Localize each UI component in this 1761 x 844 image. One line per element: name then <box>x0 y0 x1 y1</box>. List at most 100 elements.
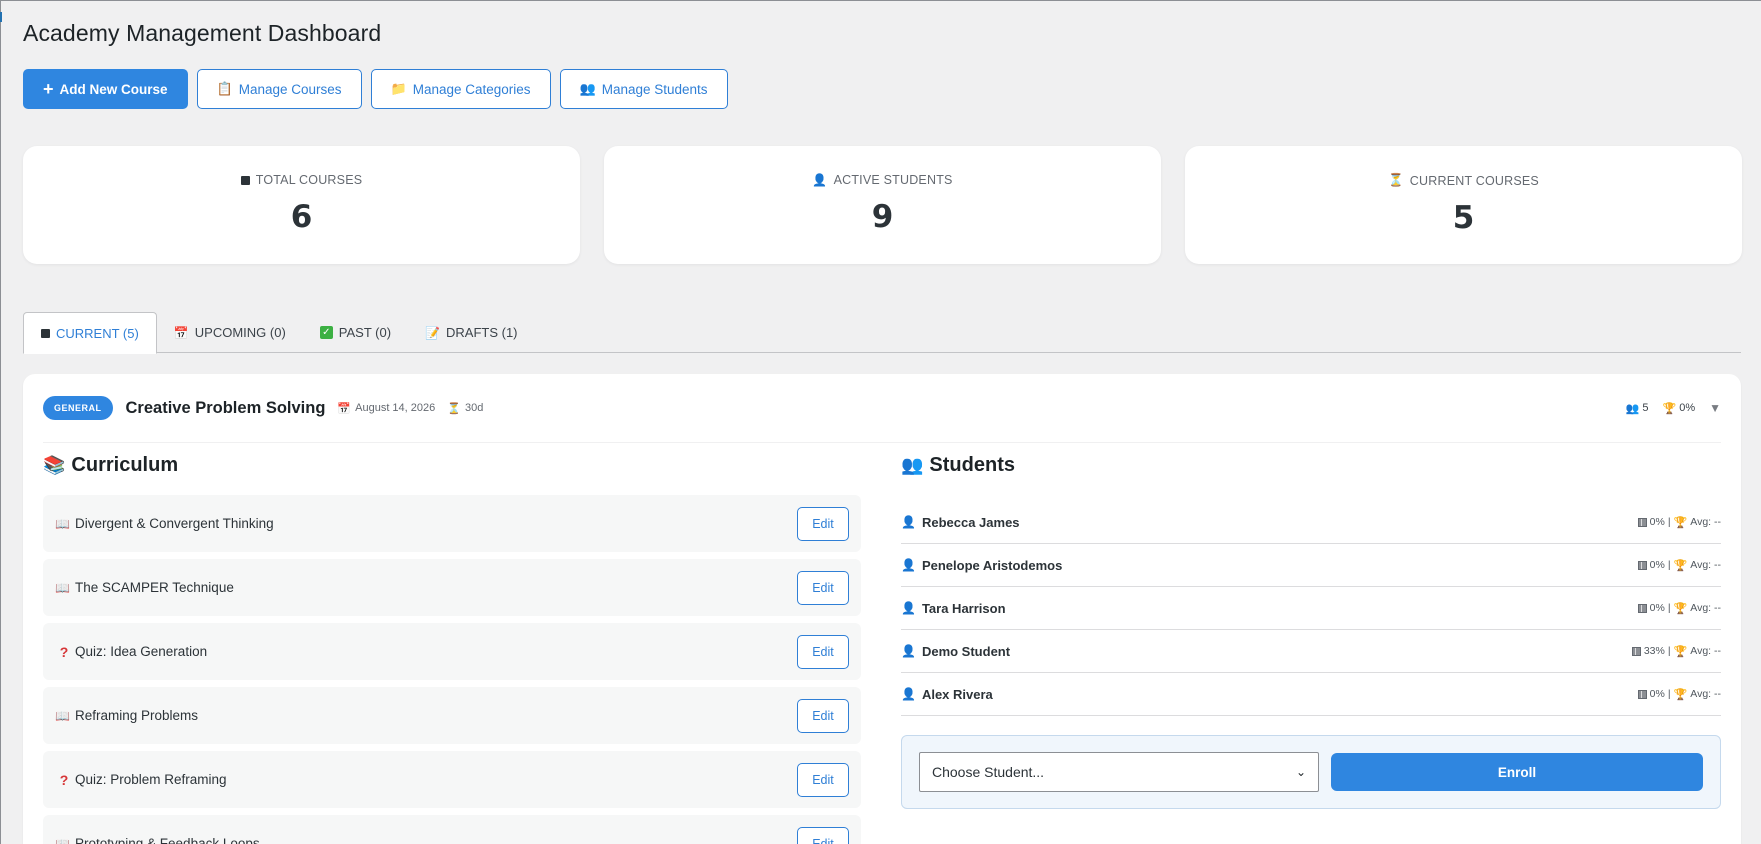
tab-label: DRAFTS (1) <box>446 325 518 340</box>
stat-value: 9 <box>871 199 894 235</box>
stat-label: ACTIVE STUDENTS <box>833 173 953 187</box>
student-stats: 0% | 🏆 Avg: -- <box>1637 559 1721 572</box>
curriculum-item-name: Prototyping & Feedback Loops <box>75 836 260 844</box>
tab-past[interactable]: ✓ PAST (0) <box>303 312 408 353</box>
trophy-icon: 🏆 <box>1673 645 1688 658</box>
chevron-down-icon: ⌄ <box>1295 765 1306 779</box>
student-name: Rebecca James <box>921 514 1020 530</box>
user-icon: 👤 <box>901 601 916 615</box>
user-icon: 👤 <box>812 173 828 187</box>
student-row: 👤 Rebecca James 0% | 🏆 Avg: -- <box>901 501 1721 544</box>
student-name: Alex Rivera <box>921 686 993 702</box>
chart-icon <box>1637 603 1647 613</box>
trophy-icon: 🏆 <box>1673 516 1688 529</box>
collapse-caret-icon[interactable]: ▼ <box>1709 401 1721 415</box>
course-summary: 👥 5 🏆 0% ▼ <box>1626 401 1721 415</box>
clipboard-icon: 📋 <box>216 81 233 96</box>
stat-total-courses: TOTAL COURSES 6 <box>23 146 580 264</box>
student-name: Demo Student <box>921 643 1011 659</box>
trophy-icon: 🏆 <box>1673 559 1688 572</box>
course-date: 📅 August 14, 2026 <box>337 402 436 415</box>
completion-rate: 🏆 0% <box>1662 402 1696 415</box>
trophy-icon: 🏆 <box>1673 602 1688 615</box>
folder-icon: 📁 <box>390 81 407 96</box>
users-icon: 👥 <box>1625 402 1640 415</box>
tab-drafts[interactable]: 📝 DRAFTS (1) <box>408 312 534 353</box>
book-icon: 📖 <box>55 516 70 531</box>
curriculum-item-name: Divergent & Convergent Thinking <box>75 516 274 531</box>
course-card: GENERAL Creative Problem Solving 📅 Augus… <box>23 374 1741 844</box>
curriculum-item-name: Reframing Problems <box>75 708 199 723</box>
students-count: 👥 5 <box>1625 402 1649 415</box>
edit-button[interactable]: Edit <box>797 506 849 541</box>
category-badge: GENERAL <box>43 396 113 420</box>
stat-value: 6 <box>290 199 313 235</box>
student-select[interactable]: Choose Student... ⌄ <box>919 752 1319 792</box>
enroll-panel: Choose Student... ⌄ Enroll <box>901 735 1721 809</box>
add-new-course-label: Add New Course <box>59 81 168 97</box>
curriculum-item: 📖 Reframing Problems Edit <box>43 687 861 744</box>
focus-marker <box>0 12 2 22</box>
student-avg: Avg: -- <box>1690 559 1721 571</box>
student-name: Tara Harrison <box>921 600 1006 616</box>
square-icon <box>240 175 250 185</box>
curriculum-item: ? Quiz: Idea Generation Edit <box>43 623 861 680</box>
question-icon: ? <box>59 643 69 660</box>
plus-icon: + <box>43 79 54 99</box>
edit-button[interactable]: Edit <box>797 826 849 844</box>
edit-button[interactable]: Edit <box>797 634 849 669</box>
curriculum-item-name: The SCAMPER Technique <box>75 580 234 595</box>
course-duration: ⏳ 30d <box>447 402 484 415</box>
chart-icon <box>1637 689 1647 699</box>
student-row: 👤 Alex Rivera 0% | 🏆 Avg: -- <box>901 673 1721 716</box>
add-new-course-button[interactable]: + Add New Course <box>23 69 188 109</box>
hourglass-icon: ⏳ <box>1388 173 1404 187</box>
stat-current-courses: ⏳ CURRENT COURSES 5 <box>1185 146 1742 264</box>
student-stats: 0% | 🏆 Avg: -- <box>1637 516 1721 529</box>
books-icon: 📚 <box>43 455 66 475</box>
student-avg: Avg: -- <box>1690 645 1721 657</box>
book-icon: 📖 <box>55 708 70 723</box>
student-stats: 0% | 🏆 Avg: -- <box>1637 688 1721 701</box>
students-heading: 👥 Students <box>901 454 1015 476</box>
manage-categories-button[interactable]: 📁 Manage Categories <box>370 69 551 109</box>
chart-icon <box>1637 517 1647 527</box>
enroll-button[interactable]: Enroll <box>1331 753 1703 791</box>
user-icon: 👤 <box>901 687 916 701</box>
user-icon: 👤 <box>901 558 916 572</box>
student-stats: 33% | 🏆 Avg: -- <box>1631 645 1721 658</box>
course-tabs: CURRENT (5) 📅 UPCOMING (0) ✓ PAST (0) 📝 … <box>23 312 1741 354</box>
square-icon <box>41 328 50 338</box>
stats-row: TOTAL COURSES 6 👤 ACTIVE STUDENTS 9 ⏳ CU… <box>23 146 1742 264</box>
course-header[interactable]: GENERAL Creative Problem Solving 📅 Augus… <box>43 392 1721 424</box>
manage-courses-button[interactable]: 📋 Manage Courses <box>196 69 362 109</box>
curriculum-item-name: Quiz: Idea Generation <box>75 644 208 659</box>
page-title: Academy Management Dashboard <box>23 20 382 46</box>
manage-students-label: Manage Students <box>601 81 708 97</box>
student-progress: 0% <box>1649 516 1665 528</box>
trophy-icon: 🏆 <box>1662 402 1677 415</box>
edit-button[interactable]: Edit <box>797 570 849 605</box>
user-icon: 👤 <box>901 644 916 658</box>
tab-current[interactable]: CURRENT (5) <box>23 312 157 354</box>
manage-courses-label: Manage Courses <box>238 81 342 97</box>
window-left-border <box>0 0 1 844</box>
manage-categories-label: Manage Categories <box>412 81 531 97</box>
student-progress: 0% <box>1649 559 1665 571</box>
tab-label: PAST (0) <box>338 325 392 340</box>
manage-students-button[interactable]: 👥 Manage Students <box>559 69 728 109</box>
stat-active-students: 👤 ACTIVE STUDENTS 9 <box>604 146 1161 264</box>
tab-label: UPCOMING (0) <box>194 325 286 340</box>
edit-button[interactable]: Edit <box>797 698 849 733</box>
tab-upcoming[interactable]: 📅 UPCOMING (0) <box>157 312 303 353</box>
edit-button[interactable]: Edit <box>797 762 849 797</box>
curriculum-heading: 📚 Curriculum <box>43 454 179 476</box>
student-row: 👤 Demo Student 33% | 🏆 Avg: -- <box>901 630 1721 673</box>
course-title: Creative Problem Solving <box>125 398 326 417</box>
student-select-value: Choose Student... <box>932 764 1045 780</box>
student-progress: 0% <box>1649 688 1665 700</box>
student-avg: Avg: -- <box>1690 688 1721 700</box>
student-row: 👤 Penelope Aristodemos 0% | 🏆 Avg: -- <box>901 544 1721 587</box>
curriculum-item-name: Quiz: Problem Reframing <box>75 772 227 787</box>
curriculum-list: 📖 Divergent & Convergent Thinking Edit 📖 The… <box>43 495 861 844</box>
